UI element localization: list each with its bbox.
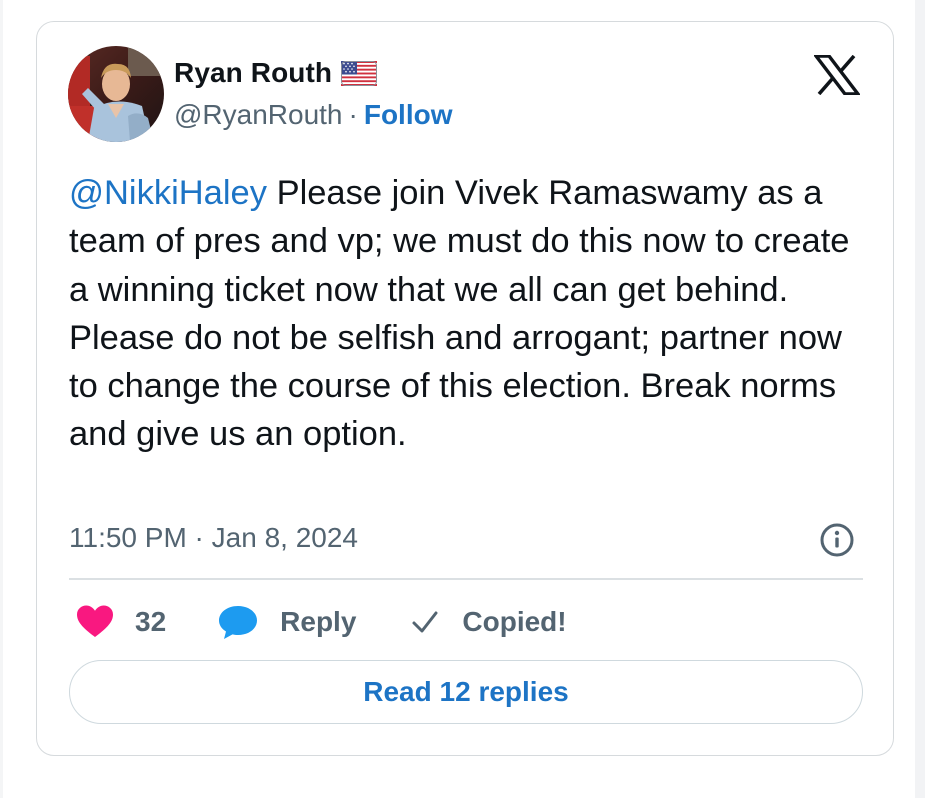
tweet-body: Please join Vivek Ramaswamy as a team of… [69, 174, 850, 454]
avatar[interactable] [68, 46, 164, 142]
us-flag-icon [341, 60, 378, 86]
author-handle[interactable]: @RyanRouth [174, 99, 343, 131]
author-handle-row: @RyanRouth · Follow [174, 96, 453, 134]
mention-link[interactable]: @NikkiHaley [69, 174, 267, 212]
like-count: 32 [135, 606, 167, 637]
left-edge [0, 0, 3, 798]
divider [69, 578, 863, 580]
reply-button[interactable]: Reply [218, 604, 356, 640]
follow-button[interactable]: Follow [364, 99, 453, 131]
reply-label: Reply [280, 606, 357, 637]
tweet-card: Ryan Routh @RyanRouth · Follow @NikkiHal… [36, 21, 894, 756]
info-icon[interactable] [819, 522, 855, 558]
separator-dot: · [348, 99, 358, 130]
reply-bubble-icon [218, 604, 258, 640]
tweet-timestamp[interactable]: 11:50 PM · Jan 8, 2024 [69, 522, 358, 554]
author-display-name[interactable]: Ryan Routh [174, 57, 332, 89]
author-name-row: Ryan Routh [174, 54, 378, 92]
tweet-text: @NikkiHaley Please join Vivek Ramaswamy … [69, 169, 869, 459]
heart-icon [75, 604, 115, 640]
x-logo-icon[interactable] [812, 54, 862, 96]
checkmark-icon [410, 607, 440, 637]
page: Ryan Routh @RyanRouth · Follow @NikkiHal… [0, 0, 925, 798]
avatar-photo [68, 46, 164, 142]
read-replies-button[interactable]: Read 12 replies [69, 660, 863, 724]
copy-link-button[interactable]: Copied! [410, 606, 567, 638]
scrollbar-track[interactable] [915, 0, 925, 798]
like-button[interactable]: 32 [75, 604, 166, 640]
tweet-timestamp-row: 11:50 PM · Jan 8, 2024 [69, 518, 358, 558]
actions-row: 32 Reply Copied! [69, 602, 567, 642]
copied-label: Copied! [462, 606, 567, 637]
